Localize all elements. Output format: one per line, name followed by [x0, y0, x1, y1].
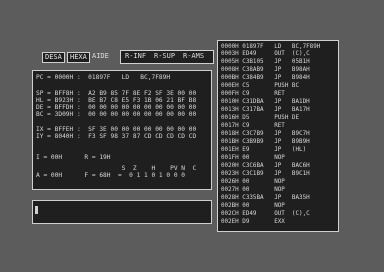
disasm-line: 000BH C384B9 JP B984H: [221, 75, 310, 81]
flags-header: S Z H PV N C: [36, 165, 197, 172]
disasm-line: 001EH E9 JP (HL): [221, 147, 307, 153]
register-line: PC = 0000H : 01897F LD BC,7F89H: [36, 74, 171, 81]
disasm-line: 0013H C317BA JP BA17H: [221, 107, 310, 113]
disasm-line: 0018H C3C7B9 JP B9C7H: [221, 131, 310, 137]
aide-button[interactable]: AIDE: [90, 52, 111, 61]
disasm-line: 0028H C335BA JP BA35H: [221, 195, 310, 201]
disasm-line: 001FH 00 NOP: [221, 155, 285, 161]
register-line: A = 00H F = 68H = 0 1 1 0 1 0 0 0: [36, 172, 186, 179]
command-input[interactable]: [32, 200, 212, 224]
emulator-screen: DESA HEXA AIDE R-INF R-SUP R-AMS PC = 00…: [0, 0, 384, 272]
disasm-line: 0016H D5 PUSH DE: [221, 115, 300, 121]
hexa-button[interactable]: HEXA: [67, 52, 90, 63]
disasm-line: 002BH 00 NOP: [221, 203, 285, 209]
disasm-line: 0017H C9 RET: [221, 123, 285, 129]
register-line: BC = 3D09H : 00 00 00 00 00 00 00 00 00 …: [36, 111, 197, 118]
r-ams-button[interactable]: R-AMS: [181, 52, 206, 61]
r-sup-button[interactable]: R-SUP: [152, 52, 177, 61]
disasm-line: 0020H C3C6BA JP BAC6H: [221, 163, 310, 169]
register-line: SP = BFF8H : A2 B9 85 7F 8E F2 SF 3E 00 …: [36, 90, 197, 97]
disasm-line: 0026H 00 NOP: [221, 179, 285, 185]
disasm-line: 0008H C38AB9 JP B98AH: [221, 67, 310, 73]
text-cursor: [35, 206, 38, 214]
disasm-line: 0027H 00 NOP: [221, 187, 285, 193]
disasm-line: 0010H C31DBA JP BA1DH: [221, 99, 310, 105]
r-inf-button[interactable]: R-INF: [123, 52, 148, 61]
desa-button[interactable]: DESA: [42, 52, 65, 63]
register-line: HL = B923H : BE B7 C8 E5 F3 1B 06 21 BF …: [36, 97, 197, 104]
disasm-line: 0003H ED49 OUT (C),C: [221, 51, 310, 57]
disasm-line: 002CH ED49 OUT (C),C: [221, 211, 310, 217]
disasm-line: 001BH C3B9B9 JP B9B9H: [221, 139, 310, 145]
register-line: IX = BFFEH : SF 3E 00 00 00 00 00 00 00 …: [36, 126, 197, 133]
disasm-line: 0023H C3C1B9 JP B9C1H: [221, 171, 310, 177]
register-line: I = 00H R = 19H: [36, 154, 111, 161]
disasm-line: 002EH D9 EXX: [221, 219, 285, 225]
disasm-line: 000FH C9 RET: [221, 91, 285, 97]
disasm-line: 0005H C3B105 JP 05B1H: [221, 59, 310, 65]
disasm-line: 000EH C5 PUSH BC: [221, 83, 300, 89]
register-line: DE = BFFDH : 00 00 00 00 00 00 00 00 00 …: [36, 104, 197, 111]
disasm-line: 0000H 01897F LD BC,7F89H: [221, 44, 321, 50]
register-line: IY = 8040H : F3 SF 98 37 87 CD CD CD CD …: [36, 133, 197, 140]
